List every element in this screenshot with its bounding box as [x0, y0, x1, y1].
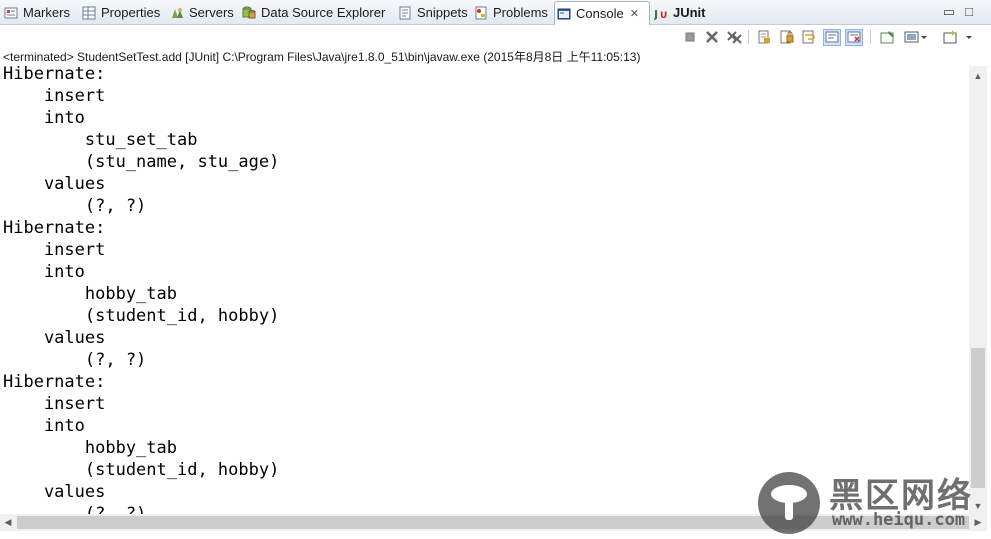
console-line: into	[3, 108, 85, 128]
console-line: values	[3, 174, 106, 194]
properties-icon	[82, 6, 96, 20]
display-selected-console-icon	[903, 31, 929, 50]
tab-label: Problems	[493, 5, 548, 20]
console-line: Hibernate:	[3, 372, 106, 392]
console-line: insert	[3, 86, 106, 106]
svg-text:U: U	[660, 11, 667, 20]
toolbar-separator	[870, 30, 871, 44]
console-line: stu_set_tab	[3, 130, 198, 150]
pin-console-icon	[879, 31, 897, 50]
console-line: (student_id, hobby)	[3, 306, 280, 326]
tab-servers[interactable]: Servers	[168, 1, 240, 25]
view-tab-bar: Markers Properties Servers Data Source E…	[0, 0, 991, 25]
remove-launch-icon	[703, 31, 721, 50]
remove-all-terminated-icon	[725, 31, 743, 50]
console-line: into	[3, 262, 85, 282]
open-console-icon	[942, 30, 976, 50]
tab-label: Data Source Explorer	[261, 5, 386, 20]
console-line: hobby_tab	[3, 438, 177, 458]
scroll-lock-icon	[778, 30, 796, 50]
tab-properties[interactable]: Properties	[80, 1, 166, 25]
maximize-icon[interactable]: □	[961, 4, 977, 20]
tab-data-source-explorer[interactable]: Data Source Explorer	[240, 1, 392, 25]
console-line: (stu_name, stu_age)	[3, 152, 280, 172]
tab-label: Markers	[23, 5, 70, 20]
terminate-button[interactable]	[681, 29, 699, 46]
tab-junit[interactable]: JU JUnit	[652, 1, 712, 25]
problems-icon	[474, 6, 488, 20]
tab-label: Snippets	[417, 5, 468, 20]
tab-markers[interactable]: Markers	[2, 1, 78, 25]
console-line: (?, ?)	[3, 504, 147, 514]
console-line: insert	[3, 394, 106, 414]
open-console-button[interactable]	[942, 29, 976, 46]
remove-all-terminated-button[interactable]	[725, 29, 743, 46]
watermark-url: www.heiqu.com	[832, 510, 966, 530]
junit-icon: JU	[653, 6, 668, 21]
show-on-stderr-icon	[846, 31, 862, 49]
console-output[interactable]: Hibernate: insert into stu_set_tab (stu_…	[0, 66, 969, 514]
vertical-scroll-thumb[interactable]	[971, 348, 985, 488]
close-icon[interactable]: ✕	[630, 7, 639, 20]
watermark: 黑区网络 www.heiqu.com	[756, 470, 988, 534]
tab-snippets[interactable]: Snippets	[396, 1, 470, 25]
process-status-label: <terminated> StudentSetTest.add [JUnit] …	[3, 50, 641, 64]
vertical-scrollbar[interactable]: ▲ ▼	[969, 66, 987, 516]
word-wrap-icon	[800, 30, 818, 50]
tab-label: JUnit	[673, 5, 706, 20]
tab-label: Servers	[189, 5, 234, 20]
tab-label: Console	[576, 5, 624, 21]
data-source-icon	[242, 6, 256, 20]
console-icon	[557, 7, 571, 21]
console-line: hobby_tab	[3, 284, 177, 304]
markers-icon	[4, 6, 18, 20]
console-line: Hibernate:	[3, 66, 106, 84]
scroll-lock-button[interactable]	[778, 29, 796, 46]
tab-problems[interactable]: Problems	[472, 1, 552, 25]
watermark-logo-icon	[758, 472, 820, 534]
clear-console-button[interactable]	[755, 29, 773, 46]
show-on-stderr-button[interactable]	[845, 29, 863, 46]
snippets-icon	[398, 6, 412, 20]
svg-text:J: J	[654, 8, 658, 20]
console-line: values	[3, 482, 106, 502]
tab-label: Properties	[101, 5, 161, 20]
console-line: (?, ?)	[3, 196, 147, 216]
tab-console[interactable]: Console ✕	[554, 1, 650, 25]
remove-launch-button[interactable]	[703, 29, 721, 46]
word-wrap-button[interactable]	[800, 29, 818, 46]
console-line: Hibernate:	[3, 218, 106, 238]
console-line: (?, ?)	[3, 350, 147, 370]
display-selected-console-button[interactable]	[903, 29, 929, 46]
console-line: (student_id, hobby)	[3, 460, 280, 480]
show-on-stdout-button[interactable]	[823, 29, 841, 46]
minimize-icon[interactable]: ▭	[941, 4, 957, 20]
show-on-stdout-icon	[824, 31, 840, 49]
pin-console-button[interactable]	[879, 29, 897, 46]
servers-icon	[170, 6, 184, 20]
terminate-icon	[681, 32, 699, 50]
clear-console-icon	[755, 30, 773, 50]
console-line: into	[3, 416, 85, 436]
scroll-left-icon[interactable]: ◀	[0, 514, 16, 531]
console-line: values	[3, 328, 106, 348]
toolbar-separator	[748, 30, 749, 44]
console-line: insert	[3, 240, 106, 260]
scroll-up-icon[interactable]: ▲	[969, 68, 987, 84]
console-toolbar	[0, 25, 991, 49]
